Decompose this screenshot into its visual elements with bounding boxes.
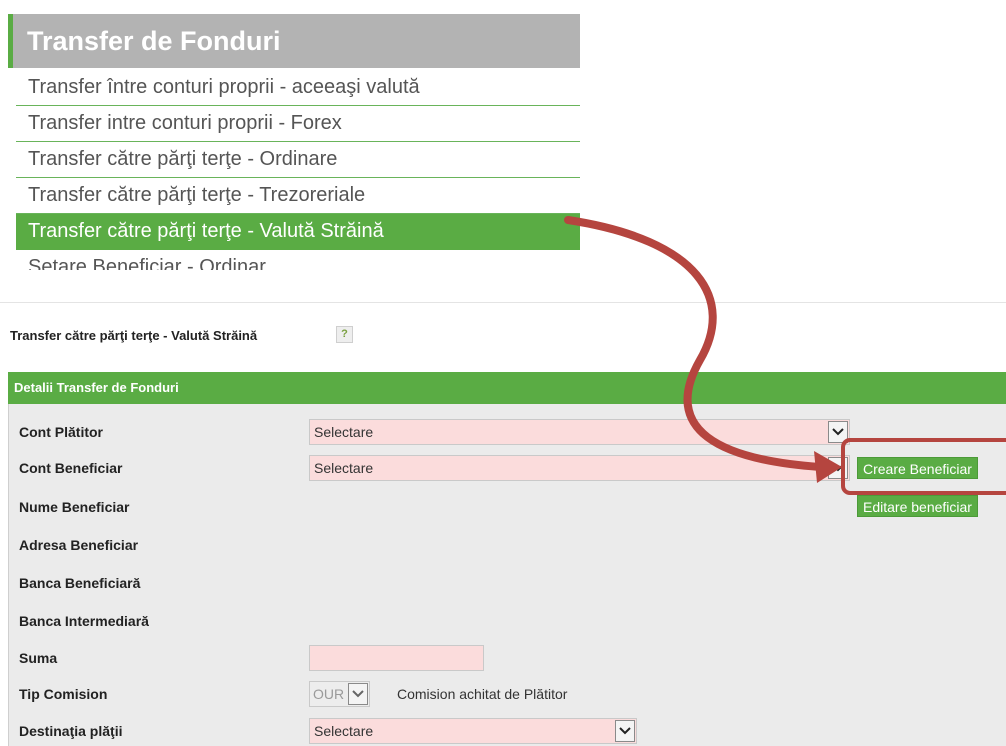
menu-title: Transfer de Fonduri (8, 14, 580, 68)
menu-item-beneficiary-setup[interactable]: Setare Beneficiar - Ordinar (16, 250, 580, 270)
payer-account-value: Selectare (314, 424, 374, 440)
form-section-header: Detalii Transfer de Fonduri (8, 372, 1006, 404)
commission-type-select[interactable]: OUR (309, 681, 370, 707)
commission-type-label: Tip Comision (19, 686, 108, 702)
commission-type-value: OUR (313, 686, 345, 702)
menu-item-third-party-ordinary[interactable]: Transfer către părţi terţe - Ordinare (16, 142, 580, 178)
payment-purpose-select[interactable]: Selectare (309, 718, 637, 744)
commission-type-note: Comision achitat de Plătitor (397, 686, 568, 702)
divider (0, 302, 1006, 303)
menu-item-same-currency[interactable]: Transfer între conturi proprii - aceeaşi… (16, 70, 580, 106)
help-icon[interactable]: ? (336, 326, 353, 343)
menu-item-third-party-treasury[interactable]: Transfer către părţi terţe - Trezorerial… (16, 178, 580, 214)
beneficiary-account-select[interactable]: Selectare (309, 455, 850, 481)
payer-account-select[interactable]: Selectare (309, 419, 850, 445)
amount-label: Suma (19, 650, 58, 666)
payment-purpose-value: Selectare (314, 723, 374, 739)
payer-account-label: Cont Plătitor (19, 424, 103, 440)
chevron-down-icon[interactable] (828, 457, 848, 479)
beneficiary-name-label: Nume Beneficiar (19, 499, 130, 515)
page-title: Transfer către părţi terţe - Valută Stră… (10, 328, 258, 343)
chevron-down-icon[interactable] (828, 421, 848, 443)
beneficiary-bank-label: Banca Beneficiară (19, 575, 141, 591)
transfer-menu: Transfer de Fonduri Transfer între contu… (8, 14, 580, 270)
beneficiary-account-label: Cont Beneficiar (19, 460, 123, 476)
create-beneficiary-button[interactable]: Creare Beneficiar (857, 457, 978, 479)
edit-beneficiary-button[interactable]: Editare beneficiar (857, 495, 978, 517)
intermediary-bank-label: Banca Intermediară (19, 613, 149, 629)
chevron-down-icon[interactable] (615, 720, 635, 742)
beneficiary-account-value: Selectare (314, 460, 374, 476)
menu-item-third-party-foreign-currency[interactable]: Transfer către părţi terţe - Valută Stră… (16, 214, 580, 250)
beneficiary-address-label: Adresa Beneficiar (19, 537, 139, 553)
amount-input[interactable] (309, 645, 484, 671)
chevron-down-icon[interactable] (348, 683, 368, 705)
menu-item-forex[interactable]: Transfer intre conturi proprii - Forex (16, 106, 580, 142)
payment-purpose-label: Destinaţia plăţii (19, 723, 123, 739)
